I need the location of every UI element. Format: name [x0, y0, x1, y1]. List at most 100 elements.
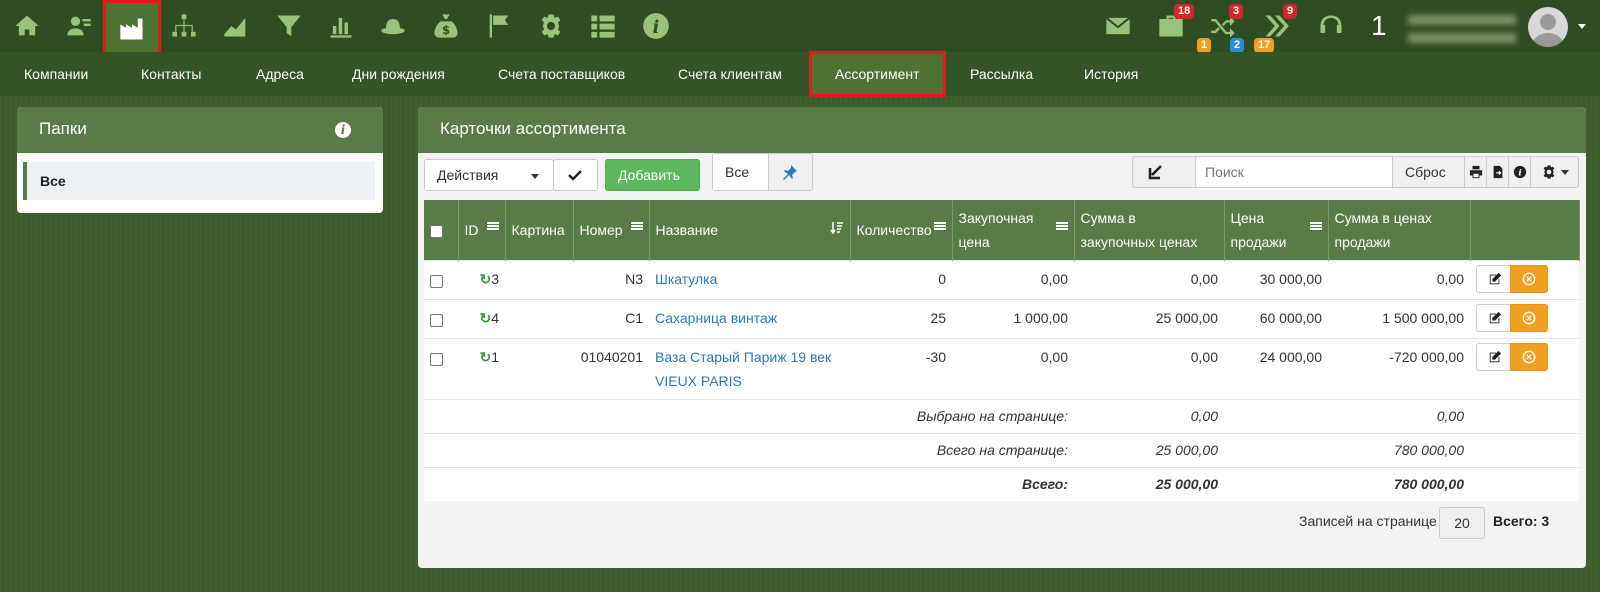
money-bag-icon[interactable]: $: [428, 8, 464, 44]
funnel-icon[interactable]: [271, 8, 307, 44]
org-chart-icon[interactable]: [166, 8, 202, 44]
menu-item-client-invoices[interactable]: Счета клиентам: [666, 52, 794, 96]
printer-icon: [1469, 165, 1483, 179]
home-icon[interactable]: [9, 8, 45, 44]
row-sale-sum: 1 500 000,00: [1328, 298, 1470, 338]
row-name-link[interactable]: Ваза Старый Париж 19 век VIEUX PARIS: [655, 349, 831, 389]
header-id[interactable]: ID: [458, 200, 506, 260]
row-name-link[interactable]: Сахарница винтаж: [655, 310, 777, 326]
user-menu-chevron-down-icon[interactable]: [1578, 24, 1586, 29]
menu-item-history[interactable]: История: [1072, 52, 1150, 96]
menu-item-assortment[interactable]: Ассортимент: [809, 51, 946, 97]
folders-info-icon[interactable]: i: [335, 122, 351, 138]
row-picture: [505, 259, 573, 299]
panel-title: Карточки ассортимента: [440, 119, 626, 138]
mail-icon[interactable]: [1100, 8, 1136, 44]
headset-icon[interactable]: [1313, 8, 1349, 44]
menu-item-companies[interactable]: Компании: [12, 52, 100, 96]
per-page-select[interactable]: 20: [1439, 507, 1485, 539]
table-settings-button[interactable]: [1530, 156, 1579, 188]
tab-all[interactable]: Все: [712, 153, 769, 191]
row-checkbox[interactable]: [430, 353, 443, 367]
svg-text:i: i: [1518, 169, 1521, 179]
header-purchase-price[interactable]: Закупочная цена: [952, 200, 1075, 260]
row-number: 01040201: [573, 337, 649, 399]
select-all-checkbox[interactable]: [430, 224, 443, 238]
svg-text:i: i: [653, 18, 660, 38]
delete-button[interactable]: [1510, 264, 1548, 293]
table-info-button[interactable]: i: [1508, 156, 1531, 188]
pin-filter-button[interactable]: [768, 153, 813, 191]
totals-selected-sale: 0,00: [1328, 398, 1470, 433]
header-sale-price[interactable]: Цена продажи: [1224, 200, 1329, 260]
menu-item-addresses[interactable]: Адреса: [244, 52, 316, 96]
actions-dropdown[interactable]: Действия: [424, 159, 554, 191]
arrow-down-left-icon: [1148, 165, 1162, 180]
factory-icon[interactable]: [103, 0, 161, 58]
row-picture: [505, 298, 573, 338]
column-sort-icon[interactable]: [1055, 222, 1068, 232]
row-id: 3: [491, 270, 499, 287]
gear-icon[interactable]: [533, 8, 569, 44]
sort-desc-icon: [829, 222, 843, 235]
row-picture: [505, 337, 573, 399]
search-input[interactable]: [1195, 156, 1393, 188]
column-sort-icon[interactable]: [933, 222, 946, 232]
totals-all-label: Всего:: [424, 466, 1074, 501]
header-number[interactable]: Номер: [573, 200, 650, 260]
column-sort-icon[interactable]: [630, 222, 643, 232]
area-chart-icon[interactable]: [218, 8, 254, 44]
header-name[interactable]: Название: [649, 200, 851, 260]
folder-item-all[interactable]: Все: [23, 162, 375, 200]
table-row: ↻4 C1 Сахарница винтаж 25 1 000,00 25 00…: [424, 298, 1579, 338]
info-icon[interactable]: i: [638, 8, 674, 44]
delete-button[interactable]: [1510, 342, 1548, 371]
row-purchase-price: 1 000,00: [952, 298, 1074, 338]
close-circle-icon: [1522, 350, 1536, 363]
shuffle-badge-blue: 2: [1230, 38, 1245, 53]
row-quantity: -30: [850, 337, 952, 399]
header-select-all[interactable]: [424, 200, 459, 260]
header-quantity[interactable]: Количество: [850, 200, 953, 260]
row-name-link[interactable]: Шкатулка: [655, 271, 717, 287]
row-number: C1: [573, 298, 649, 338]
user-company-blurred: [1408, 33, 1516, 43]
actions-label: Действия: [437, 167, 499, 183]
list-icon[interactable]: [585, 8, 621, 44]
header-sale-sum: Сумма в ценах продажи: [1328, 200, 1471, 260]
totals-page-purchase: 25 000,00: [1074, 432, 1224, 467]
row-purchase-sum: 25 000,00: [1074, 298, 1224, 338]
chevron-down-icon: [1561, 170, 1569, 175]
reset-button[interactable]: Сброс: [1392, 156, 1465, 188]
folders-header: Папки i: [17, 107, 383, 153]
notification-count[interactable]: 1: [1371, 10, 1387, 42]
add-button[interactable]: Добавить: [605, 159, 700, 191]
hat-icon[interactable]: [375, 8, 411, 44]
edit-button[interactable]: [1476, 342, 1514, 371]
menu-item-contacts[interactable]: Контакты: [129, 52, 213, 96]
row-checkbox[interactable]: [430, 314, 443, 328]
collapse-button[interactable]: [1132, 156, 1196, 188]
print-button[interactable]: [1464, 156, 1487, 188]
delete-button[interactable]: [1510, 303, 1548, 332]
edit-button[interactable]: [1476, 303, 1514, 332]
shuffle-badge-red: 3: [1229, 4, 1244, 19]
avatar[interactable]: [1528, 7, 1568, 47]
export-button[interactable]: [1486, 156, 1509, 188]
folders-panel: Папки i Все: [17, 107, 383, 213]
menu-item-mailing[interactable]: Рассылка: [958, 52, 1045, 96]
menu-item-birthdays[interactable]: Дни рождения: [340, 52, 457, 96]
menu-item-supplier-invoices[interactable]: Счета поставщиков: [486, 52, 637, 96]
column-sort-icon[interactable]: [486, 222, 499, 232]
bar-chart-icon[interactable]: [323, 8, 359, 44]
edit-button[interactable]: [1476, 264, 1514, 293]
gear-icon: [1543, 165, 1555, 179]
svg-text:$: $: [442, 23, 450, 37]
row-checkbox[interactable]: [430, 275, 443, 289]
flag-icon[interactable]: [481, 8, 517, 44]
apply-action-button[interactable]: [553, 159, 598, 191]
contacts-icon[interactable]: [61, 8, 97, 44]
column-sort-icon[interactable]: [1309, 222, 1322, 232]
totals-page-label: Всего на странице:: [424, 432, 1074, 467]
table-header-row: ID Картина Номер Название Количество Зак…: [424, 200, 1580, 260]
